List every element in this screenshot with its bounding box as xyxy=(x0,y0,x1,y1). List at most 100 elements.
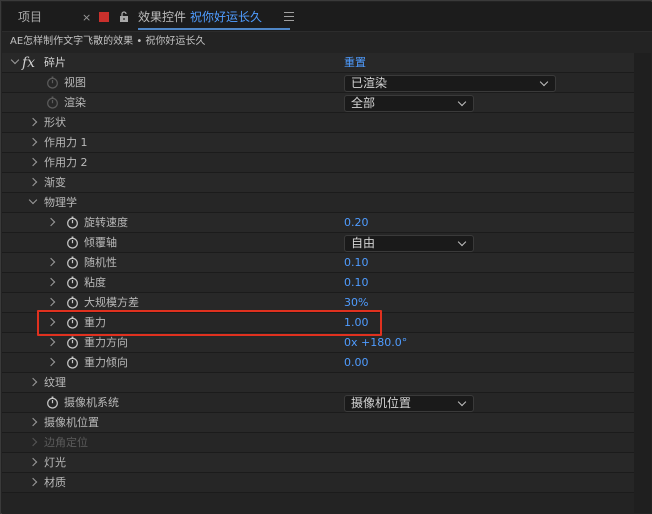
group-label-corner-pin: 边角定位 xyxy=(44,436,88,449)
panel-tab-bar: 项目 × 效果控件 祝你好运长久 xyxy=(2,2,652,32)
fx-icon[interactable]: fx xyxy=(22,53,35,73)
effect-controls-panel: 项目 × 效果控件 祝你好运长久 AE怎样制作文字飞散的效果 • 祝你好运长久 f… xyxy=(0,0,652,514)
chevron-right-icon[interactable] xyxy=(46,357,56,367)
tab-effect-controls-label: 效果控件 xyxy=(138,10,187,24)
stopwatch-icon[interactable] xyxy=(66,296,79,309)
chevron-right-icon[interactable] xyxy=(28,177,38,187)
render-dropdown-value: 全部 xyxy=(351,96,376,110)
group-row-material[interactable]: 材质 xyxy=(2,473,634,493)
prop-row-view: 视图 已渲染 xyxy=(2,73,634,93)
prop-row-camera-system: 摄像机系统 摄像机位置 xyxy=(2,393,634,413)
layer-color-icon xyxy=(99,12,109,22)
view-dropdown[interactable]: 已渲染 xyxy=(344,75,556,92)
rotation-speed-value[interactable]: 0.20 xyxy=(344,213,369,233)
prop-label-viscosity: 粘度 xyxy=(84,276,106,289)
panel-menu-icon[interactable] xyxy=(284,12,294,21)
group-label-material: 材质 xyxy=(44,476,66,489)
randomness-value[interactable]: 0.10 xyxy=(344,253,369,273)
group-row-force2[interactable]: 作用力 2 xyxy=(2,153,634,173)
chevron-right-icon[interactable] xyxy=(46,257,56,267)
group-label-texture: 纹理 xyxy=(44,376,66,389)
stopwatch-icon xyxy=(47,76,58,89)
chevron-right-icon[interactable] xyxy=(28,377,38,387)
tumble-axis-dropdown[interactable]: 自由 xyxy=(344,235,474,252)
group-row-shape[interactable]: 形状 xyxy=(2,113,634,133)
prop-label-render: 渲染 xyxy=(64,96,86,109)
chevron-down-icon xyxy=(457,397,467,407)
prop-label-camera-system: 摄像机系统 xyxy=(64,396,119,409)
gravity-highlight-box xyxy=(37,310,382,336)
effect-name: 碎片 xyxy=(44,56,66,69)
group-label-camera-position: 摄像机位置 xyxy=(44,416,99,429)
chevron-down-icon[interactable] xyxy=(10,55,20,65)
chevron-down-icon xyxy=(457,97,467,107)
chevron-right-icon[interactable] xyxy=(46,337,56,347)
effect-row-shatter[interactable]: fx 碎片 重置 xyxy=(2,53,634,73)
group-row-corner-pin: 边角定位 xyxy=(2,433,634,453)
lock-icon[interactable] xyxy=(118,11,130,23)
prop-row-tumble-axis: 倾覆轴 自由 xyxy=(2,233,634,253)
prop-label-rotation-speed: 旋转速度 xyxy=(84,216,128,229)
chevron-right-icon[interactable] xyxy=(46,217,56,227)
stopwatch-icon[interactable] xyxy=(66,276,79,289)
close-icon[interactable]: × xyxy=(82,3,91,33)
gravity-tilt-value[interactable]: 0.00 xyxy=(344,353,369,373)
tab-layer-name: 祝你好运长久 xyxy=(190,10,263,24)
chevron-right-icon[interactable] xyxy=(28,137,38,147)
prop-label-tumble-axis: 倾覆轴 xyxy=(84,236,117,249)
stopwatch-icon[interactable] xyxy=(46,396,59,409)
prop-label-randomness: 随机性 xyxy=(84,256,117,269)
chevron-down-icon[interactable] xyxy=(28,195,38,205)
chevron-right-icon xyxy=(28,437,38,447)
stopwatch-icon[interactable] xyxy=(66,356,79,369)
chevron-right-icon[interactable] xyxy=(28,117,38,127)
prop-label-view: 视图 xyxy=(64,76,86,89)
group-label-force2: 作用力 2 xyxy=(44,156,88,169)
camera-system-dropdown-value: 摄像机位置 xyxy=(351,396,412,410)
chevron-right-icon[interactable] xyxy=(28,417,38,427)
chevron-right-icon[interactable] xyxy=(28,457,38,467)
group-label-gradient: 渐变 xyxy=(44,176,66,189)
group-label-physics: 物理学 xyxy=(44,196,77,209)
group-row-camera-position[interactable]: 摄像机位置 xyxy=(2,413,634,433)
prop-label-gravity-tilt: 重力倾向 xyxy=(84,356,128,369)
camera-system-dropdown[interactable]: 摄像机位置 xyxy=(344,395,474,412)
group-row-gradient[interactable]: 渐变 xyxy=(2,173,634,193)
stopwatch-icon[interactable] xyxy=(66,216,79,229)
scrollbar[interactable] xyxy=(634,53,651,513)
render-dropdown[interactable]: 全部 xyxy=(344,95,474,112)
chevron-right-icon[interactable] xyxy=(46,297,56,307)
prop-label-gravity-direction: 重力方向 xyxy=(84,336,128,349)
tumble-axis-dropdown-value: 自由 xyxy=(351,236,376,250)
prop-row-viscosity: 粘度 0.10 xyxy=(2,273,634,293)
chevron-right-icon[interactable] xyxy=(28,157,38,167)
stopwatch-icon[interactable] xyxy=(66,336,79,349)
chevron-down-icon xyxy=(457,237,467,247)
reset-link[interactable]: 重置 xyxy=(344,53,366,73)
prop-row-gravity-tilt: 重力倾向 0.00 xyxy=(2,353,634,373)
stopwatch-icon[interactable] xyxy=(66,256,79,269)
chevron-right-icon[interactable] xyxy=(46,277,56,287)
group-row-lighting[interactable]: 灯光 xyxy=(2,453,634,473)
prop-row-rotation-speed: 旋转速度 0.20 xyxy=(2,213,634,233)
tab-project[interactable]: 项目 xyxy=(18,2,42,32)
chevron-down-icon xyxy=(539,77,549,87)
prop-row-gravity-direction: 重力方向 0x +180.0° xyxy=(2,333,634,353)
active-tab-indicator xyxy=(138,28,290,30)
chevron-right-icon[interactable] xyxy=(28,477,38,487)
viscosity-value[interactable]: 0.10 xyxy=(344,273,369,293)
group-label-shape: 形状 xyxy=(44,116,66,129)
stopwatch-icon[interactable] xyxy=(66,236,79,249)
group-row-physics[interactable]: 物理学 xyxy=(2,193,634,213)
group-label-lighting: 灯光 xyxy=(44,456,66,469)
group-row-force1[interactable]: 作用力 1 xyxy=(2,133,634,153)
breadcrumb: AE怎样制作文字飞散的效果 • 祝你好运长久 xyxy=(2,32,652,52)
stopwatch-icon xyxy=(47,96,58,109)
prop-row-render: 渲染 全部 xyxy=(2,93,634,113)
effect-properties-list: fx 碎片 重置 视图 已渲染 渲染 全部 形状 作用力 1 作用力 2 渐变 … xyxy=(2,52,652,514)
prop-row-randomness: 随机性 0.10 xyxy=(2,253,634,273)
group-label-force1: 作用力 1 xyxy=(44,136,88,149)
view-dropdown-value: 已渲染 xyxy=(351,76,388,90)
group-row-texture[interactable]: 纹理 xyxy=(2,373,634,393)
gravity-direction-value[interactable]: 0x +180.0° xyxy=(344,333,407,353)
